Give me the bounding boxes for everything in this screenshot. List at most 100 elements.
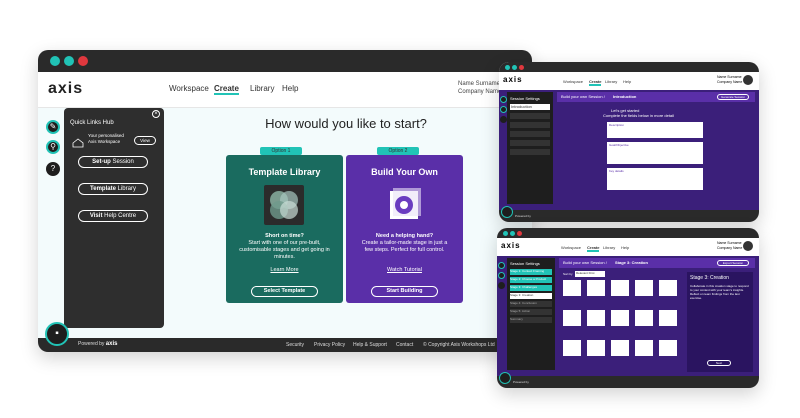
main-window: axis Workspace Create Library Help Name … bbox=[38, 50, 532, 352]
footer-security[interactable]: Security bbox=[286, 342, 304, 348]
br-filter-select[interactable]: Relevant First bbox=[575, 271, 605, 277]
visit-bold: Visit bbox=[89, 213, 103, 219]
main-footer: Powered by axis Security Privacy Policy … bbox=[38, 338, 532, 352]
tr-sidebar-item-5[interactable] bbox=[510, 140, 550, 146]
footer-help[interactable]: Help & Support bbox=[353, 342, 387, 348]
option2-tag: Option 2 bbox=[377, 147, 419, 155]
tile[interactable] bbox=[611, 310, 629, 326]
setup-session-button[interactable]: Set-up Session bbox=[78, 156, 148, 168]
quick-links-sidebar: × Quick Links Hub Your personalised Axis… bbox=[64, 108, 164, 328]
tile[interactable] bbox=[611, 340, 629, 356]
tr-sidebar-item-3[interactable] bbox=[510, 122, 550, 128]
tr-nav-workspace[interactable]: Workspace bbox=[563, 79, 583, 84]
br-nav-workspace[interactable]: Workspace bbox=[561, 245, 581, 250]
tile[interactable] bbox=[659, 340, 677, 356]
link-icon[interactable]: ⚲ bbox=[46, 140, 60, 154]
tr-header-plain: Build your own Session / bbox=[561, 94, 605, 99]
br-summary[interactable]: Summary bbox=[510, 317, 552, 323]
br-help-icon[interactable] bbox=[498, 282, 505, 289]
window-dot-teal-2[interactable] bbox=[64, 56, 74, 66]
option1-link[interactable]: Learn More bbox=[226, 267, 343, 273]
tr-sidebar-item-6[interactable] bbox=[510, 149, 550, 155]
br-next-button[interactable]: Next bbox=[707, 360, 731, 366]
footer-privacy[interactable]: Privacy Policy bbox=[314, 342, 345, 348]
br-nav-create[interactable]: Create bbox=[587, 245, 600, 252]
tr-generate-button[interactable]: Generate Session bbox=[717, 94, 749, 100]
tr-edit-icon[interactable] bbox=[500, 96, 507, 103]
tr-sidebar-item-2[interactable] bbox=[510, 113, 550, 119]
tile[interactable] bbox=[635, 310, 653, 326]
tile[interactable] bbox=[587, 340, 605, 356]
nav-create[interactable]: Create bbox=[214, 84, 239, 95]
tr-dot-2[interactable] bbox=[512, 65, 517, 70]
br-stage-3b[interactable]: Stage 3: Creation bbox=[510, 293, 552, 299]
br-dot-1[interactable] bbox=[503, 231, 508, 236]
tr-avatar[interactable] bbox=[743, 75, 753, 85]
br-nav-help[interactable]: Help bbox=[621, 245, 629, 250]
br-dot-2[interactable] bbox=[510, 231, 515, 236]
tile[interactable] bbox=[659, 310, 677, 326]
template-library-card[interactable]: Template Library Short on time? Start wi… bbox=[226, 155, 343, 303]
br-stage-2[interactable]: Stage 2: Choose a Product bbox=[510, 277, 552, 283]
tr-link-icon[interactable] bbox=[500, 106, 507, 113]
tr-nav-library[interactable]: Library bbox=[605, 79, 617, 84]
tr-sidebar-item-intro[interactable]: Introduction bbox=[510, 104, 550, 110]
tile[interactable] bbox=[563, 280, 581, 296]
template-library-button[interactable]: Template Library bbox=[78, 183, 148, 195]
tr-chat-icon[interactable] bbox=[501, 206, 513, 218]
tr-dot-1[interactable] bbox=[505, 65, 510, 70]
br-edit-icon[interactable] bbox=[498, 262, 505, 269]
tr-prompt-2: Complete the fields below in more detail bbox=[603, 113, 674, 118]
tr-field-3[interactable]: Key details bbox=[607, 168, 703, 190]
tr-help-icon[interactable] bbox=[500, 116, 507, 123]
br-stage-5[interactable]: Stage 5: Action bbox=[510, 309, 552, 315]
br-link-icon[interactable] bbox=[498, 272, 505, 279]
tile[interactable] bbox=[659, 280, 677, 296]
tr-dot-3[interactable] bbox=[519, 65, 524, 70]
tr-content-header: Build your own Session / Introduction Ge… bbox=[557, 92, 755, 102]
tile[interactable] bbox=[563, 340, 581, 356]
nav-library[interactable]: Library bbox=[250, 84, 274, 93]
home-icon bbox=[72, 135, 84, 148]
tile[interactable] bbox=[611, 280, 629, 296]
setup-bold: Set-up bbox=[92, 159, 111, 165]
tile[interactable] bbox=[587, 280, 605, 296]
tr-nav-help[interactable]: Help bbox=[623, 79, 631, 84]
br-brand[interactable]: axis bbox=[501, 241, 521, 250]
tr-sidebar-item-4[interactable] bbox=[510, 131, 550, 137]
window-dot-red[interactable] bbox=[78, 56, 88, 66]
edit-icon[interactable]: ✎ bbox=[46, 120, 60, 134]
tr-field-1[interactable]: Description bbox=[607, 122, 703, 138]
nav-workspace[interactable]: Workspace bbox=[169, 84, 209, 93]
nav-help[interactable]: Help bbox=[282, 84, 298, 93]
tr-nav-create[interactable]: Create bbox=[589, 79, 602, 86]
window-dot-teal[interactable] bbox=[50, 56, 60, 66]
footer-contact[interactable]: Contact bbox=[396, 342, 413, 348]
br-export-button[interactable]: Export Session bbox=[717, 260, 749, 266]
br-chat-icon[interactable] bbox=[499, 372, 511, 384]
tile[interactable] bbox=[635, 340, 653, 356]
tile[interactable] bbox=[635, 280, 653, 296]
br-stage-4[interactable]: Stage 4: Conclusion bbox=[510, 301, 552, 307]
br-dot-3[interactable] bbox=[517, 231, 522, 236]
br-nav-library[interactable]: Library bbox=[603, 245, 615, 250]
tr-field-2[interactable]: Goal/Objective bbox=[607, 142, 703, 164]
start-building-button[interactable]: Start Building bbox=[371, 286, 438, 297]
tile[interactable] bbox=[587, 310, 605, 326]
br-stage-3a[interactable]: Stage 3: Challenges bbox=[510, 285, 552, 291]
help-icon[interactable]: ? bbox=[46, 162, 60, 176]
close-icon[interactable]: × bbox=[152, 110, 160, 118]
view-button[interactable]: View bbox=[134, 136, 156, 145]
tr-brand[interactable]: axis bbox=[503, 75, 523, 84]
build-your-own-card[interactable]: Build Your Own Need a helping hand? Crea… bbox=[346, 155, 463, 303]
option2-link[interactable]: Watch Tutorial bbox=[346, 267, 463, 273]
option2-text: Create a tailor-made stage in just a few… bbox=[361, 240, 448, 253]
br-stage-1[interactable]: Stage 1: Context Framing bbox=[510, 269, 552, 275]
chat-icon[interactable]: ▪ bbox=[45, 322, 69, 346]
visit-help-centre-button[interactable]: Visit Help Centre bbox=[78, 210, 148, 222]
user-name[interactable]: Name Surname bbox=[458, 81, 500, 87]
brand-logo[interactable]: axis bbox=[48, 80, 83, 98]
br-avatar[interactable] bbox=[743, 241, 753, 251]
tile[interactable] bbox=[563, 310, 581, 326]
select-template-button[interactable]: Select Template bbox=[251, 286, 318, 297]
